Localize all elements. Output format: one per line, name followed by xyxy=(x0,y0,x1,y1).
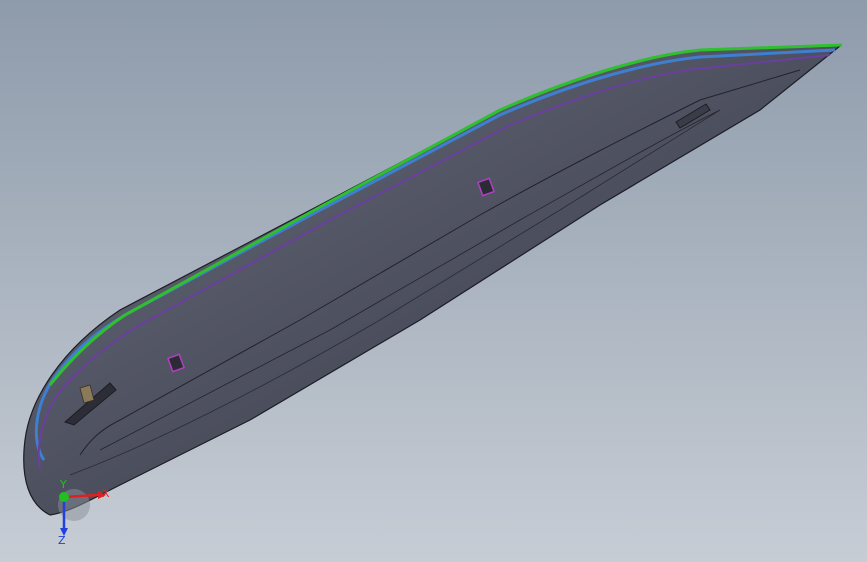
triad-y-label: Y xyxy=(59,478,67,491)
cad-viewport[interactable]: X Y Z xyxy=(0,0,867,562)
triad-y-axis xyxy=(59,492,69,502)
model-scene[interactable]: X Y Z xyxy=(0,0,867,562)
triad-z-label: Z xyxy=(58,534,66,547)
triad-x-label: X xyxy=(102,487,110,500)
